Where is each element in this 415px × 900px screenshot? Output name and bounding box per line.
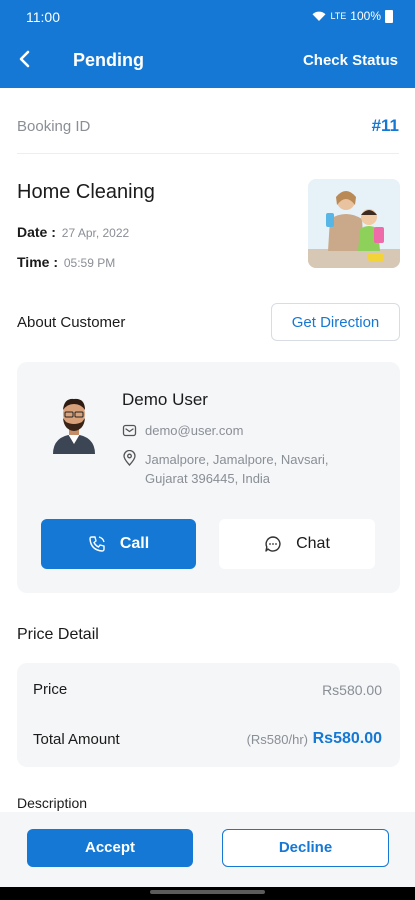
date-label: Date :: [17, 224, 56, 240]
battery-icon: [385, 9, 393, 23]
page-title: Pending: [73, 50, 144, 70]
time-label: Time :: [17, 254, 58, 270]
chat-label: Chat: [296, 535, 330, 552]
description-title: Description: [17, 795, 88, 811]
booking-id-row: Booking ID #11: [17, 112, 399, 154]
price-value: Rs580.00: [322, 682, 382, 698]
customer-email: demo@user.com: [145, 423, 244, 438]
date-value: 27 Apr, 2022: [61, 226, 130, 240]
app-bar: Pending Check Status: [0, 32, 415, 88]
customer-name: Demo User: [122, 390, 208, 409]
status-indicators: LTE 100%: [312, 9, 393, 23]
back-arrow-icon[interactable]: [14, 48, 36, 70]
chat-button-content: Chat: [219, 535, 375, 553]
service-name: Home Cleaning: [17, 181, 155, 203]
location-pin-icon: [123, 450, 136, 466]
phone-icon: [89, 536, 105, 552]
network-label: LTE: [330, 11, 347, 21]
avatar: [53, 398, 95, 454]
battery-percent: 100%: [350, 9, 381, 23]
time-value: 05:59 PM: [63, 256, 116, 270]
mail-icon: [122, 424, 137, 437]
check-status-button[interactable]: Check Status: [303, 52, 398, 69]
status-bar: 11:00 LTE 100%: [0, 0, 415, 32]
call-label: Call: [119, 535, 150, 552]
chat-button[interactable]: Chat: [219, 519, 375, 569]
cleaning-photo: [308, 179, 400, 268]
wifi-icon: [312, 11, 326, 21]
call-button-content: Call: [41, 535, 196, 553]
customer-card: Demo User demo@user.com Jamalpore, Jamal…: [17, 362, 400, 593]
booking-id-value: #11: [371, 116, 399, 135]
accept-button[interactable]: Accept: [27, 829, 193, 867]
get-direction-button[interactable]: Get Direction: [271, 303, 400, 341]
service-image: [308, 179, 400, 268]
call-button[interactable]: Call: [41, 519, 196, 569]
customer-address: Jamalpore, Jamalpore, Navsari, Gujarat 3…: [145, 452, 329, 486]
decline-button[interactable]: Decline: [222, 829, 389, 867]
total-amount-value: Rs580.00: [312, 730, 382, 747]
hourly-rate: (Rs580/hr): [246, 732, 308, 747]
booking-id-label: Booking ID: [17, 118, 91, 135]
total-amount-label: Total Amount: [33, 731, 120, 748]
price-detail-title: Price Detail: [17, 626, 99, 643]
service-time: Time : 05:59 PM: [17, 254, 115, 270]
home-handle[interactable]: [150, 890, 265, 894]
chat-bubble-icon: [265, 536, 281, 552]
price-label: Price: [33, 681, 68, 698]
price-card: Price Rs580.00 Total Amount (Rs580/hr) R…: [17, 663, 400, 767]
status-time: 11:00: [26, 9, 60, 25]
system-nav-bar: [0, 887, 415, 900]
bottom-action-bar: Accept Decline: [0, 812, 415, 887]
service-date: Date : 27 Apr, 2022: [17, 224, 129, 240]
about-customer-title: About Customer: [17, 314, 126, 331]
